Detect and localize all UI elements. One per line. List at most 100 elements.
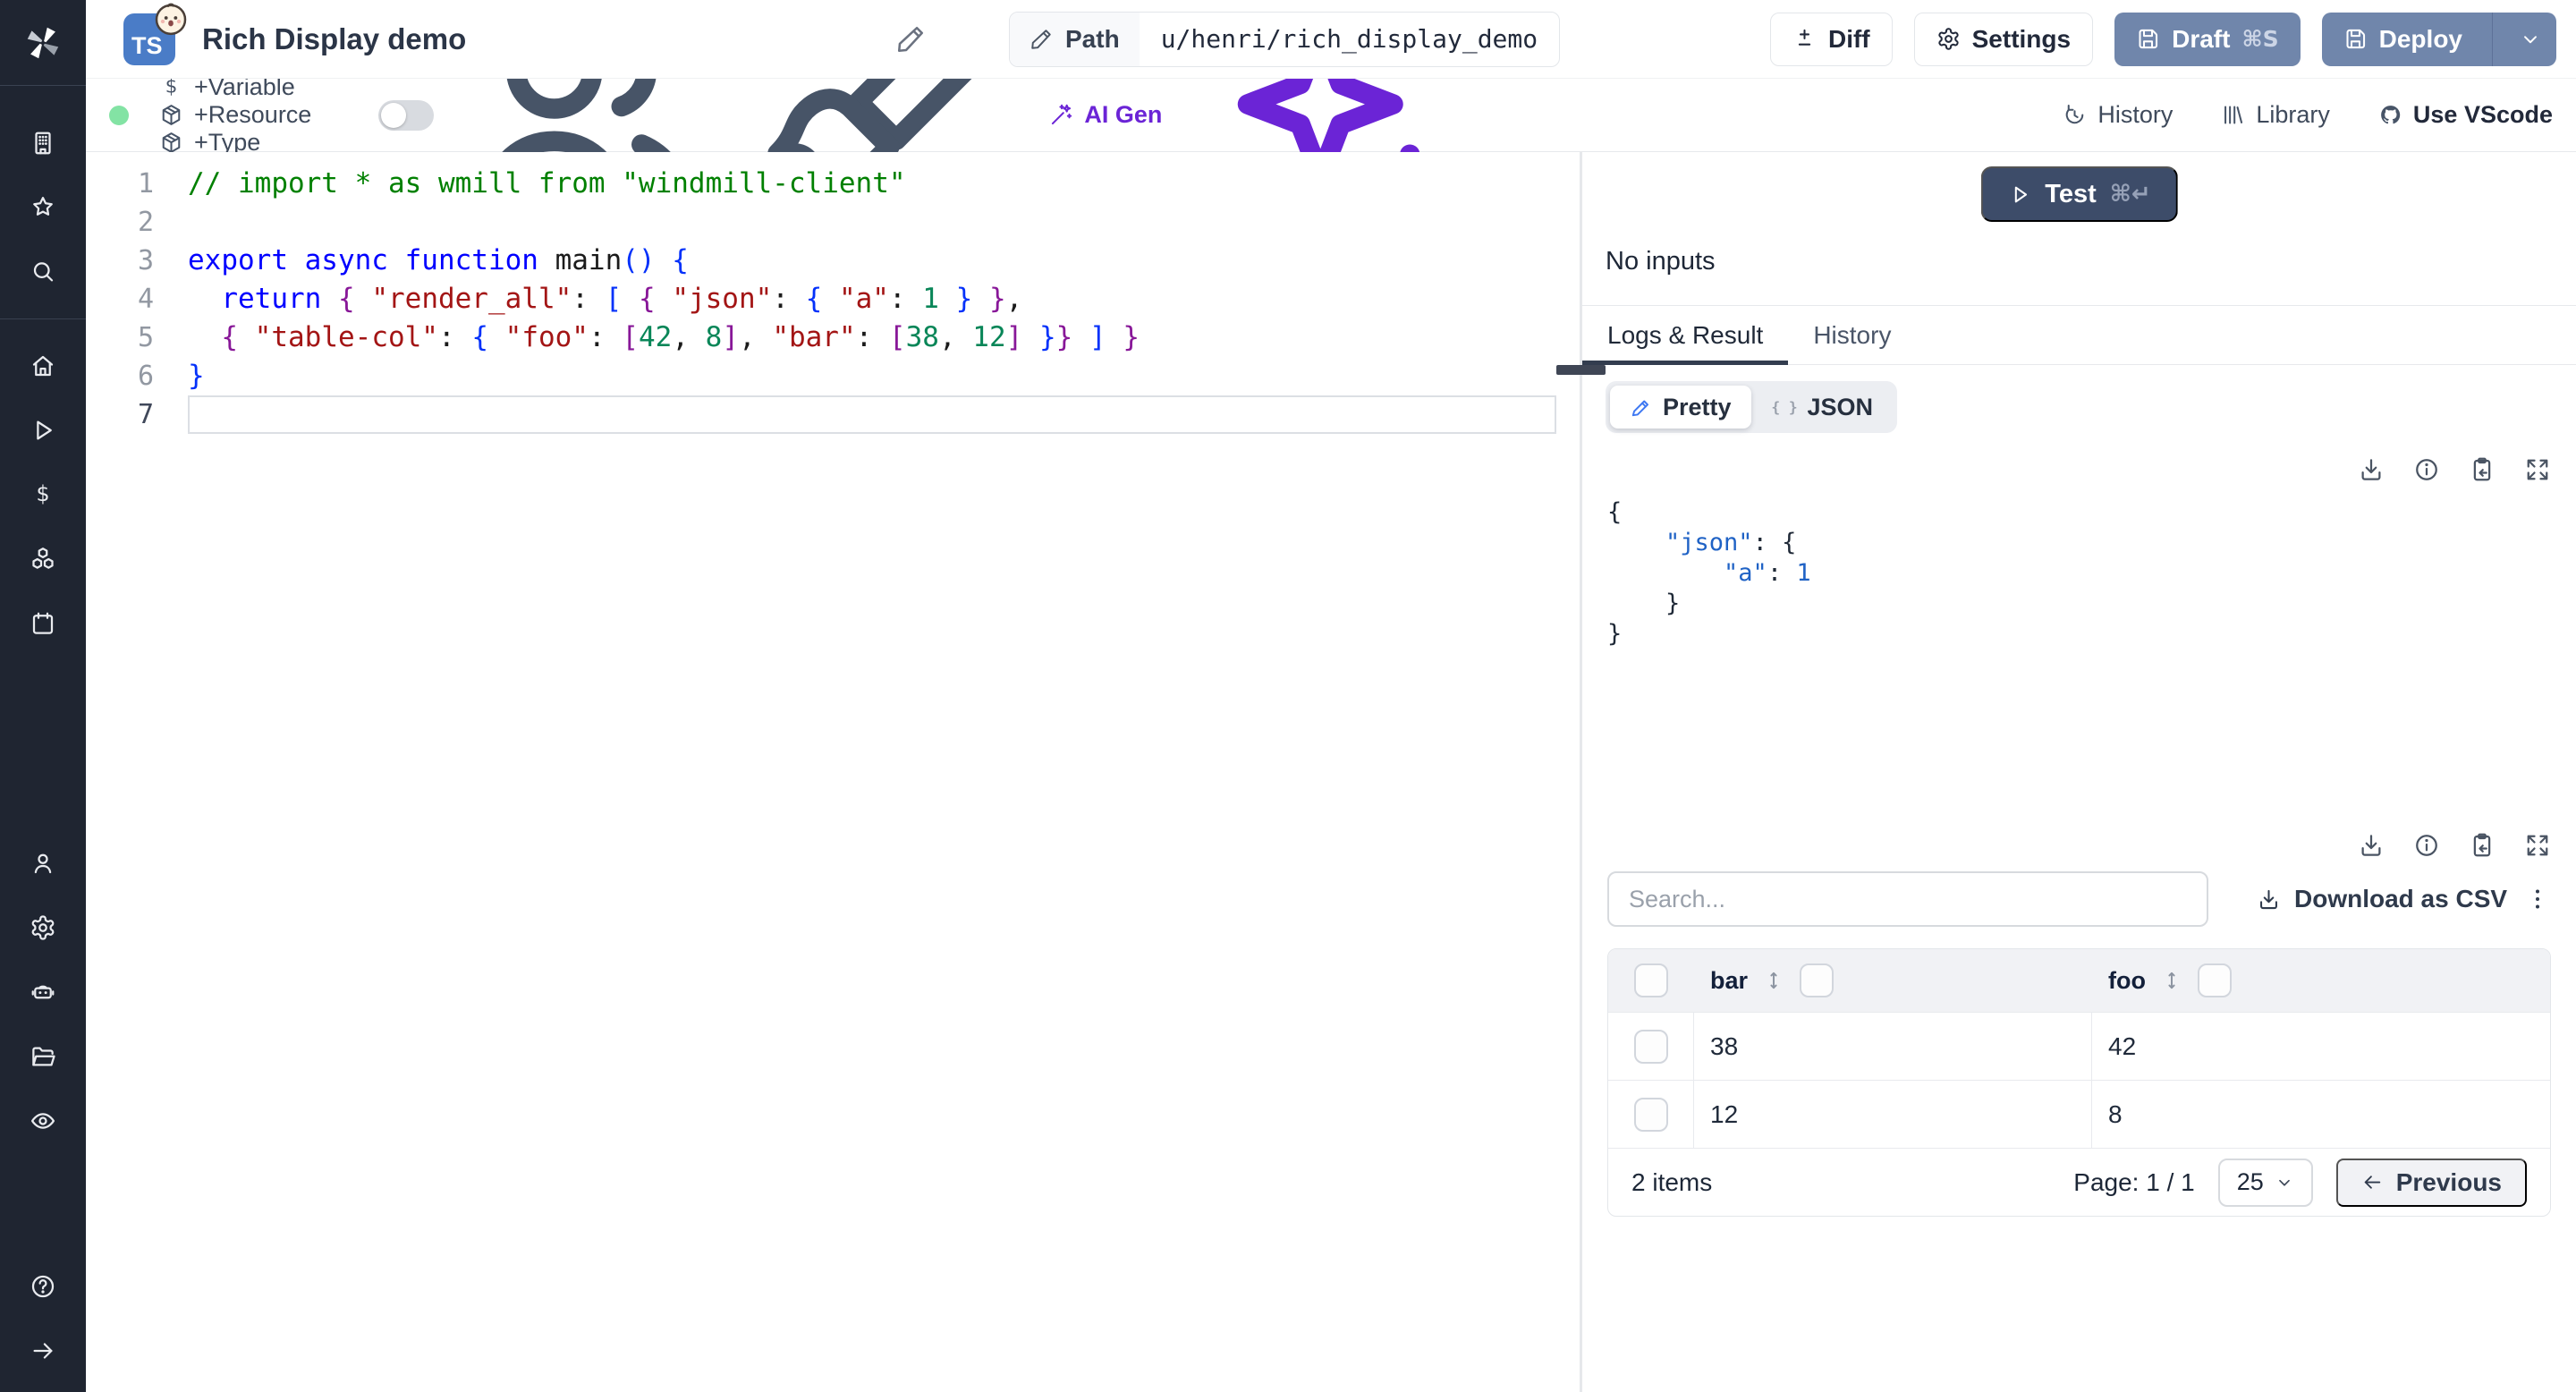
library-button[interactable]: Library <box>2221 101 2330 129</box>
deploy-split-divider <box>2492 12 2493 66</box>
view-json-button[interactable]: { } JSON <box>1751 386 1894 429</box>
table-cell: 12 <box>1694 1081 2092 1148</box>
info-icon-button[interactable] <box>2413 456 2440 483</box>
tab-history[interactable]: History <box>1788 306 1916 364</box>
toolbar-button-label: Library <box>2256 101 2330 128</box>
test-button[interactable]: Test ⌘↵ <box>1980 166 2178 222</box>
table-row[interactable]: 38 42 <box>1608 1012 2550 1080</box>
table-row[interactable]: 12 8 <box>1608 1080 2550 1148</box>
expand-icon-button[interactable] <box>2524 832 2551 859</box>
line-number: 6 <box>137 361 154 392</box>
checkbox[interactable] <box>2197 963 2232 997</box>
column-header-foo[interactable]: foo <box>2092 949 2550 1012</box>
result-json-line: "json": { <box>1665 529 1797 556</box>
info-icon-button[interactable] <box>2413 832 2440 859</box>
windmill-logo[interactable] <box>0 0 86 86</box>
sidebar-item-robot[interactable] <box>0 960 86 1024</box>
sidebar-item-home[interactable] <box>0 334 86 398</box>
download-icon-button[interactable] <box>2358 832 2385 859</box>
clipboard-icon-button[interactable] <box>2469 456 2496 483</box>
code-line-content[interactable] <box>188 203 1556 242</box>
deploy-button[interactable]: Deploy <box>2321 12 2556 66</box>
edit-summary-pencil-icon[interactable] <box>895 24 926 55</box>
sidebar-item-person[interactable] <box>0 831 86 895</box>
expand-icon-button[interactable] <box>2524 456 2551 483</box>
search-input[interactable] <box>1607 871 2208 927</box>
sidebar-item-folder[interactable] <box>0 1024 86 1089</box>
code-line-content[interactable]: // import * as wmill from "windmill-clie… <box>188 165 1556 203</box>
sidebar-item-calendar[interactable] <box>0 591 86 656</box>
previous-page-button[interactable]: Previous <box>2335 1158 2527 1207</box>
json-label: JSON <box>1807 393 1874 420</box>
code-line-content[interactable]: } <box>188 357 1556 395</box>
settings-button[interactable]: Settings <box>1913 12 2094 66</box>
code-editor[interactable]: 1 // import * as wmill from "windmill-cli… <box>86 152 1580 1392</box>
resource-button[interactable]: +Resource <box>159 101 334 129</box>
kebab-menu-icon[interactable] <box>2524 886 2551 912</box>
sidebar-item-question[interactable] <box>0 1254 86 1319</box>
use-vscode-button[interactable]: Use VScode <box>2378 101 2553 129</box>
draft-label: Draft <box>2172 24 2231 53</box>
script-path-field[interactable]: Path u/henri/rich_display_demo <box>1009 11 1561 67</box>
page-size-select[interactable]: 25 <box>2217 1158 2313 1207</box>
ai-gen-button[interactable]: AI Gen <box>1049 101 1162 129</box>
download-icon-button[interactable] <box>2358 456 2385 483</box>
view-pretty-button[interactable]: Pretty <box>1610 386 1751 429</box>
status-dot <box>109 105 129 125</box>
pencil-icon <box>1030 28 1053 51</box>
tab-logs-and-result[interactable]: Logs & Result <box>1582 306 1789 365</box>
play-icon <box>30 417 56 444</box>
diff-button[interactable]: Diff <box>1769 12 1893 66</box>
tab-history-label: History <box>1813 320 1892 349</box>
deploy-dropdown-button[interactable] <box>2504 13 2556 66</box>
download-csv-label: Download as CSV <box>2294 885 2508 912</box>
sidebar-item-gear[interactable] <box>0 895 86 960</box>
draft-button[interactable]: Draft ⌘S <box>2114 12 2301 66</box>
result-json-line: } <box>1607 620 1623 648</box>
test-label: Test <box>2045 179 2097 208</box>
sidebar-item-play[interactable] <box>0 398 86 463</box>
sidebar-item-eye[interactable] <box>0 1089 86 1153</box>
sidebar-item-search[interactable] <box>0 240 86 304</box>
ai-gen-label: AI Gen <box>1084 101 1163 128</box>
checkbox[interactable] <box>1633 1029 1668 1064</box>
sidebar-item-arrow-right[interactable] <box>0 1319 86 1383</box>
sort-icon[interactable] <box>1762 969 1785 992</box>
code-line-content[interactable]: { "table-col": { "foo": [42, 8], "bar": … <box>188 318 1556 357</box>
sidebar-item-building[interactable] <box>0 111 86 175</box>
code-line-5: 5 { "table-col": { "foo": [42, 8], "bar"… <box>86 318 1580 357</box>
row-select-cell <box>1608 1013 1694 1080</box>
arrow-right-icon <box>30 1337 56 1364</box>
gear-icon <box>30 914 56 941</box>
path-value[interactable]: u/henri/rich_display_demo <box>1140 13 1559 66</box>
draft-shortcut: ⌘S <box>2241 26 2279 52</box>
checkbox[interactable] <box>1633 1097 1668 1132</box>
code-line-content[interactable]: return { "render_all": [ { "json": { "a"… <box>188 280 1556 318</box>
checkbox[interactable] <box>1634 963 1668 997</box>
history-button[interactable]: History <box>2063 101 2173 129</box>
sort-icon[interactable] <box>2160 969 2183 992</box>
panel-resize-handle[interactable] <box>1556 365 1606 375</box>
line-number: 2 <box>137 207 154 238</box>
arrow-left-icon <box>2361 1171 2384 1193</box>
history-icon <box>2063 103 2087 127</box>
checkbox[interactable] <box>1800 963 1835 997</box>
sidebar-item-cubes[interactable] <box>0 527 86 591</box>
code-line-4: 4 return { "render_all": [ { "json": { "… <box>86 280 1580 318</box>
result-actions <box>1582 433 2576 483</box>
assistant-toggle[interactable] <box>378 99 435 131</box>
clipboard-icon-button[interactable] <box>2469 832 2496 859</box>
code-line-content[interactable] <box>188 395 1556 434</box>
vscode-icon <box>2378 103 2402 127</box>
svg-text:{ }: { } <box>1771 398 1797 415</box>
code-line-content[interactable]: export async function main() { <box>188 242 1556 280</box>
download-csv-button[interactable]: Download as CSV <box>2257 885 2507 913</box>
toolbar-button-label: History <box>2097 101 2174 128</box>
table-cell: 38 <box>1694 1013 2092 1080</box>
result-json-line: { <box>1607 498 1623 526</box>
column-header-bar[interactable]: bar <box>1694 949 2092 1012</box>
header-actions: Diff Settings Draft ⌘S Deploy <box>1769 12 2576 66</box>
sidebar-item-star[interactable] <box>0 175 86 240</box>
sidebar-item-dollar[interactable]: $ <box>0 463 86 527</box>
row-select-cell <box>1608 1081 1694 1148</box>
